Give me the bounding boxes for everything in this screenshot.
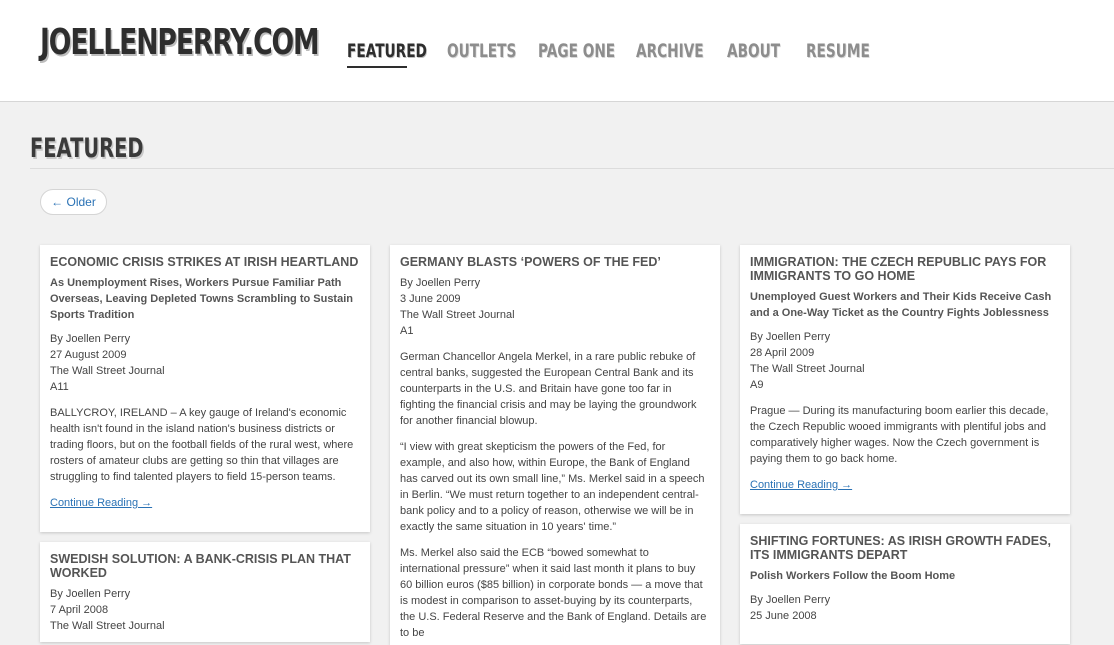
- article-byline: By Joellen Perry: [50, 333, 131, 345]
- article-excerpt: Prague — During its manufacturing boom e…: [750, 405, 1049, 465]
- article-outlet: The Wall Street Journal: [400, 309, 515, 321]
- article-subtitle: As Unemployment Rises, Workers Pursue Fa…: [50, 277, 353, 321]
- article-paragraph: “I view with great skepticism the powers…: [400, 441, 705, 533]
- continue-reading-link[interactable]: Continue Reading →: [750, 477, 852, 493]
- older-posts-button[interactable]: ← Older: [40, 189, 107, 215]
- article-byline: By Joellen Perry: [750, 594, 831, 606]
- article-excerpt: BALLYCROY, IRELAND – A key gauge of Irel…: [50, 407, 354, 483]
- article-card: ECONOMIC CRISIS STRIKES AT IRISH HEARTLA…: [40, 245, 370, 532]
- nav-outlets[interactable]: OUTLETS: [447, 40, 516, 62]
- article-date: 27 August 2009: [50, 349, 127, 361]
- article-meta: By Joellen Perry 28 April 2009 The Wall …: [750, 329, 1060, 393]
- article-date: 7 April 2008: [50, 604, 109, 616]
- article-title[interactable]: SHIFTING FORTUNES: AS IRISH GROWTH FADES…: [750, 534, 1060, 562]
- article-page: A11: [50, 381, 69, 393]
- article-title[interactable]: GERMANY BLASTS ‘POWERS OF THE FED’: [400, 255, 710, 269]
- article-byline: By Joellen Perry: [750, 331, 831, 343]
- nav-active-underline: [347, 66, 407, 68]
- nav-featured[interactable]: FEATURED: [347, 40, 427, 62]
- article-outlet: The Wall Street Journal: [50, 365, 165, 377]
- site-header: JOELLENPERRY.COM FEATURED OUTLETS PAGE O…: [0, 0, 1114, 102]
- article-paragraph: German Chancellor Angela Merkel, in a ra…: [400, 351, 697, 427]
- article-date: 25 June 2008: [750, 610, 817, 622]
- article-byline: By Joellen Perry: [400, 277, 481, 289]
- article-outlet: The Wall Street Journal: [50, 620, 165, 632]
- site-logo[interactable]: JOELLENPERRY.COM: [40, 22, 320, 63]
- article-card: SWEDISH SOLUTION: A BANK-CRISIS PLAN THA…: [40, 542, 370, 642]
- article-title[interactable]: ECONOMIC CRISIS STRIKES AT IRISH HEARTLA…: [50, 255, 360, 269]
- article-meta: By Joellen Perry 27 August 2009 The Wall…: [50, 331, 360, 395]
- article-meta: By Joellen Perry 25 June 2008: [750, 592, 1060, 624]
- article-meta: By Joellen Perry 3 June 2009 The Wall St…: [400, 275, 710, 339]
- article-card: IMMIGRATION: THE CZECH REPUBLIC PAYS FOR…: [740, 245, 1070, 514]
- continue-reading-link[interactable]: Continue Reading →: [50, 495, 152, 511]
- nav-about[interactable]: ABOUT: [727, 40, 780, 62]
- article-byline: By Joellen Perry: [50, 588, 131, 600]
- article-page: A9: [750, 379, 764, 391]
- article-card: SHIFTING FORTUNES: AS IRISH GROWTH FADES…: [740, 524, 1070, 644]
- article-subtitle: Unemployed Guest Workers and Their Kids …: [750, 291, 1052, 319]
- nav-page-one[interactable]: PAGE ONE: [538, 40, 615, 62]
- article-title[interactable]: IMMIGRATION: THE CZECH REPUBLIC PAYS FOR…: [750, 255, 1060, 283]
- section-divider: [30, 168, 1114, 169]
- article-card: GERMANY BLASTS ‘POWERS OF THE FED’ By Jo…: [390, 245, 720, 645]
- article-title[interactable]: SWEDISH SOLUTION: A BANK-CRISIS PLAN THA…: [50, 552, 360, 580]
- article-date: 3 June 2009: [400, 293, 461, 305]
- article-date: 28 April 2009: [750, 347, 815, 359]
- page-title: FEATURED: [30, 133, 144, 164]
- article-page: A1: [400, 325, 414, 337]
- nav-archive[interactable]: ARCHIVE: [636, 40, 704, 62]
- article-outlet: The Wall Street Journal: [750, 363, 865, 375]
- article-subtitle: Polish Workers Follow the Boom Home: [750, 570, 956, 582]
- nav-resume[interactable]: RESUME: [806, 40, 870, 62]
